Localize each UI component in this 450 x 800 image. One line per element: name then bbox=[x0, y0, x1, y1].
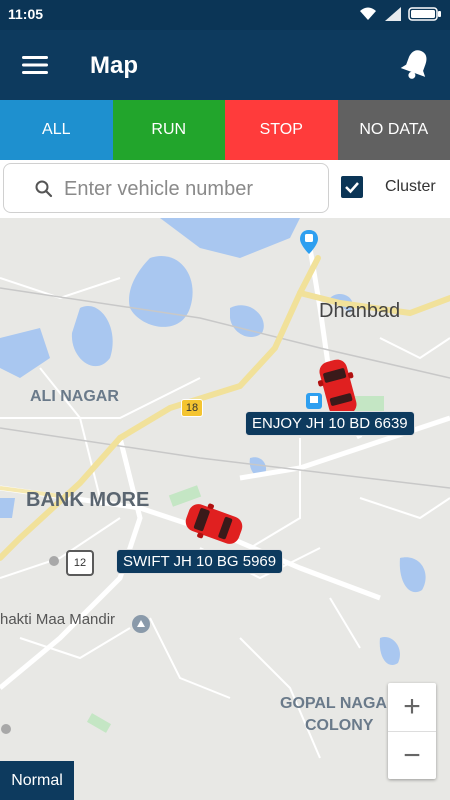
wifi-icon bbox=[360, 7, 376, 20]
place-label-colony: COLONY bbox=[305, 717, 374, 734]
place-label-gopal-nagar: GOPAL NAGAR bbox=[280, 695, 399, 712]
vehicle-label-swift[interactable]: SWIFT JH 10 BG 5969 bbox=[116, 549, 284, 574]
road-shield-12: 12 bbox=[66, 550, 94, 576]
battery-icon bbox=[408, 7, 441, 21]
tab-no-data[interactable]: NO DATA bbox=[337, 100, 450, 160]
status-icons bbox=[358, 6, 442, 22]
place-label-dhanbad: Dhanbad bbox=[319, 300, 401, 322]
road-shield-18: 18 bbox=[181, 399, 203, 417]
poi-label-temple: hakti Maa Mandir bbox=[0, 611, 116, 628]
place-label-bank-more: BANK MORE bbox=[26, 489, 150, 511]
map-type-button[interactable]: Normal bbox=[0, 761, 74, 800]
cluster-checkbox[interactable] bbox=[341, 176, 363, 198]
cluster-label: Cluster bbox=[385, 178, 436, 195]
place-label-ali-nagar: ALI NAGAR bbox=[30, 388, 119, 405]
signal-icon bbox=[385, 7, 401, 21]
poi-icon-west bbox=[49, 556, 59, 566]
zoom-in-button[interactable]: + bbox=[388, 683, 436, 732]
road-shield-18-label: 18 bbox=[185, 402, 199, 414]
search-icon bbox=[35, 180, 53, 198]
tab-run[interactable]: RUN bbox=[112, 100, 225, 160]
vehicle-search-input[interactable] bbox=[62, 173, 316, 205]
train-station-poi-icon bbox=[300, 230, 318, 254]
tab-stop[interactable]: STOP bbox=[225, 100, 338, 160]
status-bar: 11:05 bbox=[0, 0, 450, 30]
search-box bbox=[3, 163, 329, 213]
poi-icon-south bbox=[1, 724, 11, 734]
vehicle-label-enjoy[interactable]: ENJOY JH 10 BD 6639 bbox=[245, 411, 415, 436]
zoom-out-button[interactable]: − bbox=[388, 732, 436, 780]
hamburger-menu-icon[interactable] bbox=[20, 52, 50, 78]
road-shield-12-label: 12 bbox=[73, 557, 87, 569]
filter-tabs: ALL RUN STOP NO DATA bbox=[0, 100, 450, 160]
app-bar: Map bbox=[0, 30, 450, 100]
temple-poi-icon bbox=[132, 615, 150, 633]
status-time: 11:05 bbox=[8, 6, 44, 22]
search-row: Cluster bbox=[0, 160, 450, 218]
bell-icon[interactable] bbox=[398, 46, 434, 82]
zoom-controls: + − bbox=[388, 683, 436, 779]
tab-all[interactable]: ALL bbox=[0, 100, 113, 160]
page-title: Map bbox=[90, 52, 138, 79]
map-view[interactable]: Dhanbad ALI NAGAR BANK MORE GOPAL NAGAR … bbox=[0, 218, 450, 800]
